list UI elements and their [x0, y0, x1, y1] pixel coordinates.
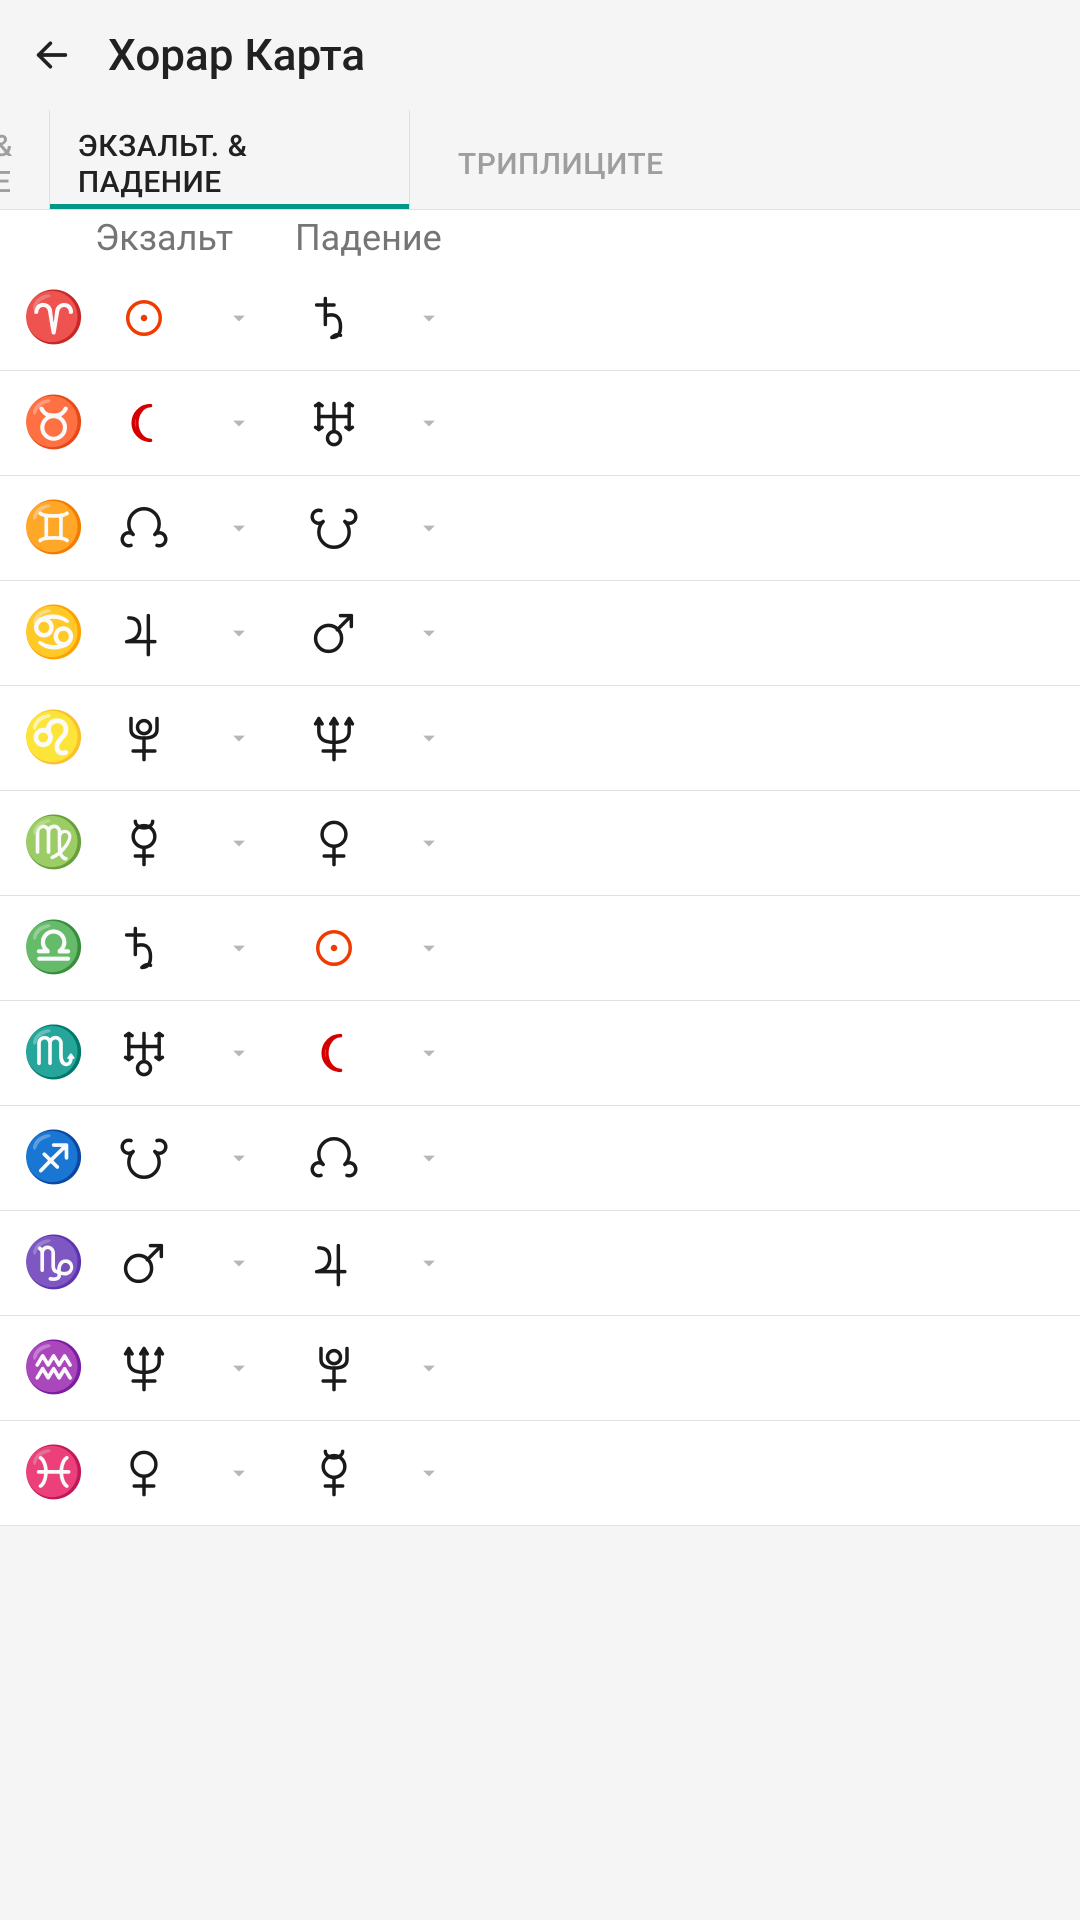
exalt-select-cancer[interactable]: [94, 598, 194, 668]
dropdown-caret[interactable]: [194, 1144, 284, 1172]
exalt-select-sagittarius[interactable]: [94, 1123, 194, 1193]
table-row: ♏: [0, 1001, 1080, 1106]
zodiac-virgo-icon: ♍: [14, 808, 94, 878]
fall-select-scorpio[interactable]: [284, 1018, 384, 1088]
dropdown-caret[interactable]: [194, 619, 284, 647]
table-row: ♈: [0, 266, 1080, 371]
fall-select-sagittarius[interactable]: [284, 1123, 384, 1193]
zodiac-taurus-icon: ♉: [14, 388, 94, 458]
fall-select-leo[interactable]: [284, 703, 384, 773]
zodiac-aries-icon: ♈: [14, 283, 94, 353]
exalt-select-taurus[interactable]: [94, 388, 194, 458]
fall-select-gemini[interactable]: [284, 493, 384, 563]
dropdown-caret[interactable]: [384, 409, 474, 437]
zodiac-libra-icon: ♎: [14, 913, 94, 983]
dropdown-caret[interactable]: [384, 1039, 474, 1067]
tab-exalt-fall[interactable]: ЭКЗАЛЬТ. & ПАДЕНИЕ: [50, 110, 410, 209]
exalt-select-libra[interactable]: [94, 913, 194, 983]
dropdown-caret[interactable]: [194, 829, 284, 857]
dropdown-caret[interactable]: [194, 934, 284, 962]
column-headers: Экзальт Падение: [0, 210, 1080, 266]
table-row: ♍: [0, 791, 1080, 896]
exalt-select-gemini[interactable]: [94, 493, 194, 563]
table-row: ♎: [0, 896, 1080, 1001]
dropdown-caret[interactable]: [194, 1039, 284, 1067]
dropdown-caret[interactable]: [384, 934, 474, 962]
tabs: ТЕЛЬ & НАНИЕ ЭКЗАЛЬТ. & ПАДЕНИЕ ТРИПЛИЦИ…: [0, 110, 1080, 210]
zodiac-pisces-icon: ♓: [14, 1438, 94, 1508]
table-row: ♓: [0, 1421, 1080, 1526]
fall-select-taurus[interactable]: [284, 388, 384, 458]
exalt-select-pisces[interactable]: [94, 1438, 194, 1508]
tab-ruler-exile[interactable]: ТЕЛЬ & НАНИЕ: [0, 110, 50, 209]
page-title: Хорар Карта: [108, 29, 365, 81]
zodiac-sagittarius-icon: ♐: [14, 1123, 94, 1193]
rows-container: ♈ ♉ ♊ ♋ ♌: [0, 266, 1080, 1526]
exalt-select-aquarius[interactable]: [94, 1333, 194, 1403]
dropdown-caret[interactable]: [194, 514, 284, 542]
table-row: ♊: [0, 476, 1080, 581]
exalt-select-aries[interactable]: [94, 283, 194, 353]
zodiac-capricorn-icon: ♑: [14, 1228, 94, 1298]
dropdown-caret[interactable]: [384, 1249, 474, 1277]
col-exalt-header: Экзальт: [95, 217, 295, 259]
arrow-back-icon: [32, 35, 72, 75]
table-row: ♑: [0, 1211, 1080, 1316]
exalt-select-scorpio[interactable]: [94, 1018, 194, 1088]
app-bar: Хорар Карта: [0, 0, 1080, 110]
dropdown-caret[interactable]: [384, 829, 474, 857]
zodiac-gemini-icon: ♊: [14, 493, 94, 563]
dropdown-caret[interactable]: [194, 1354, 284, 1382]
table-row: ♉: [0, 371, 1080, 476]
zodiac-cancer-icon: ♋: [14, 598, 94, 668]
dropdown-caret[interactable]: [194, 724, 284, 752]
dropdown-caret[interactable]: [194, 304, 284, 332]
fall-select-capricorn[interactable]: [284, 1228, 384, 1298]
fall-select-pisces[interactable]: [284, 1438, 384, 1508]
table-row: ♋: [0, 581, 1080, 686]
zodiac-aquarius-icon: ♒: [14, 1333, 94, 1403]
table-row: ♌: [0, 686, 1080, 791]
fall-select-aries[interactable]: [284, 283, 384, 353]
fall-select-libra[interactable]: [284, 913, 384, 983]
dropdown-caret[interactable]: [194, 1249, 284, 1277]
tab-triplicity[interactable]: ТРИПЛИЦИТЕ: [410, 110, 664, 209]
zodiac-scorpio-icon: ♏: [14, 1018, 94, 1088]
dropdown-caret[interactable]: [384, 724, 474, 752]
dropdown-caret[interactable]: [384, 1459, 474, 1487]
col-fall-header: Падение: [295, 217, 495, 259]
table-row: ♒: [0, 1316, 1080, 1421]
back-button[interactable]: [24, 27, 80, 83]
fall-select-cancer[interactable]: [284, 598, 384, 668]
fall-select-virgo[interactable]: [284, 808, 384, 878]
exalt-select-virgo[interactable]: [94, 808, 194, 878]
dropdown-caret[interactable]: [384, 304, 474, 332]
dropdown-caret[interactable]: [384, 619, 474, 647]
dropdown-caret[interactable]: [384, 1354, 474, 1382]
exalt-select-capricorn[interactable]: [94, 1228, 194, 1298]
fall-select-aquarius[interactable]: [284, 1333, 384, 1403]
dropdown-caret[interactable]: [384, 1144, 474, 1172]
dropdown-caret[interactable]: [384, 514, 474, 542]
table-row: ♐: [0, 1106, 1080, 1211]
exalt-select-leo[interactable]: [94, 703, 194, 773]
dropdown-caret[interactable]: [194, 1459, 284, 1487]
dropdown-caret[interactable]: [194, 409, 284, 437]
zodiac-leo-icon: ♌: [14, 703, 94, 773]
